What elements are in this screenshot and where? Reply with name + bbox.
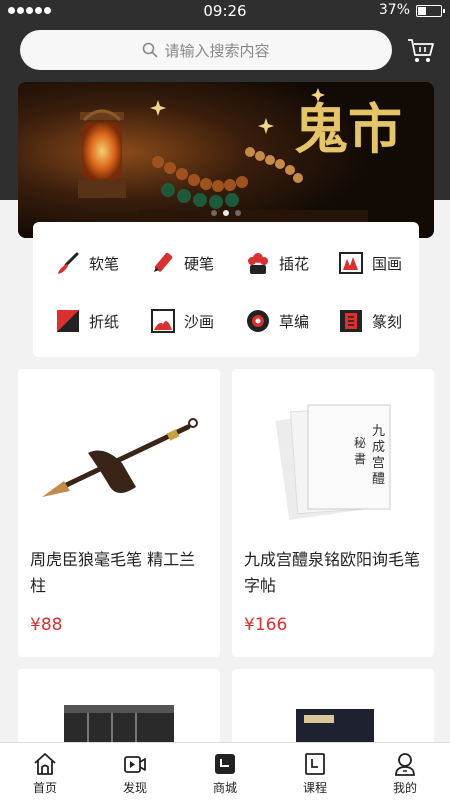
sand-painting-icon [151,309,175,333]
product-card[interactable]: 九 成 宫 醴 秘 書 九成宫醴泉铭欧阳询毛笔字帖 ¥166 [232,369,434,657]
svg-text:醴: 醴 [372,472,385,487]
seal-carving-icon [340,310,362,332]
search-icon [143,42,158,58]
lantern [78,109,126,198]
category-item-flower[interactable]: 插花 [245,248,309,278]
category-item-brush[interactable]: 软笔 [55,248,119,278]
cart-icon[interactable] [406,36,436,66]
category-item-sand[interactable]: 沙画 [150,306,214,336]
battery-percent: 37% [378,2,410,18]
category-item-seal[interactable]: 篆刻 [338,306,402,336]
grass-weaving-icon [247,310,269,332]
category-grid: 软笔 硬笔 插花 国画 折纸 沙画 草编 篆刻 [33,222,419,357]
category-item-painting[interactable]: 国画 [338,248,402,278]
tab-profile[interactable]: 我的 [360,743,450,800]
category-item-origami[interactable]: 折纸 [55,306,119,336]
pen-icon [154,252,173,272]
product-name: 周虎臣狼毫毛笔 精工兰柱 [30,550,196,595]
svg-text:宫: 宫 [372,456,385,471]
promo-banner[interactable]: 鬼市 [18,82,434,238]
banner-title-char-1: 鬼市 [294,97,402,161]
flower-arrangement-icon [248,253,268,274]
banner-pagination [18,210,434,216]
product-card[interactable]: 周虎臣狼毫毛笔 精工兰柱 ¥88 [18,369,220,657]
bottom-tab-bar: 首页 发现 商城 课程 我的 [0,742,450,800]
discover-video-icon [124,756,146,773]
origami-icon [57,310,79,332]
mall-icon [215,754,235,774]
svg-text:書: 書 [354,452,366,466]
course-icon [305,753,325,775]
tab-course[interactable]: 课程 [270,743,360,800]
chinese-painting-icon [339,252,363,274]
product-name: 九成宫醴泉铭欧阳询毛笔字帖 [244,550,421,595]
product-image-brush [18,369,220,529]
tab-discover[interactable]: 发现 [90,743,180,800]
profile-icon [395,753,415,776]
product-image-copybook: 九 成 宫 醴 秘 書 [232,369,434,529]
svg-text:成: 成 [372,440,385,455]
brush-icon [58,252,79,274]
category-item-weaving[interactable]: 草编 [245,306,309,336]
status-bar: 09:26 37% [0,0,450,22]
product-price: ¥166 [244,615,288,635]
product-price: ¥88 [30,615,63,635]
battery-icon [416,5,445,17]
search-bar[interactable]: 请输入搜索内容 [20,30,392,70]
tab-home[interactable]: 首页 [0,743,90,800]
svg-text:九: 九 [372,424,385,439]
search-placeholder: 请输入搜索内容 [164,41,270,60]
tab-mall[interactable]: 商城 [180,743,270,800]
svg-text:秘: 秘 [354,436,366,450]
home-icon [34,753,56,775]
category-item-pen[interactable]: 硬笔 [150,248,214,278]
